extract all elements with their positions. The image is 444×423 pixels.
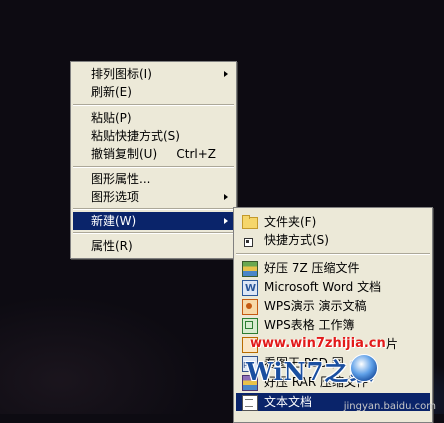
word-document-icon (242, 280, 258, 298)
menu-item-label: 排列图标(I) (91, 67, 152, 81)
menu-item-refresh[interactable]: 刷新(E) (73, 83, 234, 101)
watermark-site-url: www.win7zhijia.cn (250, 336, 386, 351)
wps-presentation-icon (242, 299, 258, 315)
submenu-arrow-icon (224, 71, 228, 77)
submenu-arrow-icon (224, 218, 228, 224)
submenu-item-folder[interactable]: 文件夹(F) (236, 213, 430, 231)
submenu-item-label: 快捷方式(S) (264, 233, 329, 247)
submenu-arrow-icon (224, 194, 228, 200)
folder-icon (242, 215, 258, 229)
submenu-item-wps-spreadsheet[interactable]: WPS表格 工作簿 (236, 316, 430, 334)
menu-item-label: 图形选项 (91, 190, 140, 204)
text-document-icon (242, 395, 258, 411)
menu-item-label: 刷新(E) (91, 85, 132, 99)
submenu-item-label: WPS演示 演示文稿 (264, 299, 367, 313)
new-submenu: 文件夹(F) 快捷方式(S) 好压 7Z 压缩文件 Microsoft Word… (233, 207, 433, 423)
menu-item-paste-shortcut[interactable]: 粘贴快捷方式(S) (73, 127, 234, 145)
menu-item-shortcut: Ctrl+Z (176, 147, 216, 161)
zip-archive-icon (242, 261, 258, 277)
submenu-item-label: 文件夹(F) (264, 215, 317, 229)
submenu-item-word-document[interactable]: Microsoft Word 文档 (236, 278, 430, 298)
menu-item-label: 属性(R) (91, 239, 133, 253)
submenu-item-label: 片 (386, 337, 399, 351)
menu-item-label: 撤销复制(U) (91, 147, 158, 161)
menu-item-undo-copy[interactable]: 撤销复制(U) Ctrl+Z (73, 145, 234, 163)
shortcut-icon (244, 238, 253, 247)
menu-item-label: 粘贴(P) (91, 111, 132, 125)
submenu-item-label: WPS表格 工作簿 (264, 318, 355, 332)
submenu-item-shortcut[interactable]: 快捷方式(S) (236, 231, 430, 249)
menu-item-graphics-properties[interactable]: 图形属性... (73, 170, 234, 188)
menu-item-new[interactable]: 新建(W) (73, 212, 234, 230)
submenu-item-wps-presentation[interactable]: WPS演示 演示文稿 (236, 297, 430, 315)
submenu-item-label: 好压 7Z 压缩文件 (264, 261, 360, 275)
menu-separator (73, 208, 234, 210)
submenu-item-label: 文本文档 (264, 395, 313, 409)
watermark-baidu: jingyan.baidu.com (343, 401, 436, 412)
menu-separator (236, 253, 430, 255)
menu-item-graphics-options[interactable]: 图形选项 (73, 188, 234, 206)
menu-separator (73, 104, 234, 106)
wps-spreadsheet-icon (242, 318, 258, 334)
menu-item-arrange-icons[interactable]: 排列图标(I) (73, 65, 234, 83)
menu-item-properties[interactable]: 属性(R) (73, 237, 234, 255)
desktop-context-menu: 排列图标(I) 刷新(E) 粘贴(P) 粘贴快捷方式(S) 撤销复制(U) Ct… (70, 61, 237, 259)
submenu-item-7z-archive[interactable]: 好压 7Z 压缩文件 (236, 259, 430, 277)
menu-separator (73, 232, 234, 234)
menu-item-label: 新建(W) (91, 214, 137, 228)
menu-item-paste[interactable]: 粘贴(P) (73, 109, 234, 127)
menu-item-label: 粘贴快捷方式(S) (91, 129, 180, 143)
submenu-item-label: Microsoft Word 文档 (264, 280, 382, 294)
menu-separator (73, 166, 234, 168)
windows-orb-icon (350, 354, 378, 382)
menu-item-label: 图形属性... (91, 172, 151, 186)
